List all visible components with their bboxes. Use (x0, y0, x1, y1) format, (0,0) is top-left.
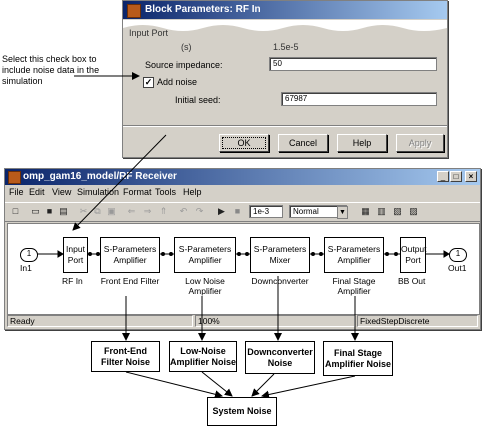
front-end-filter-noise-box: Front-End Filter Noise (91, 341, 160, 372)
system-noise-box: System Noise (207, 397, 277, 426)
annotation-arrows (72, 72, 359, 399)
downconverter-noise-box: Downconverter Noise (245, 341, 315, 374)
final-stage-amplifier-noise-box: Final Stage Amplifier Noise (323, 341, 393, 376)
low-noise-amplifier-noise-box: Low-Noise Amplifier Noise (169, 341, 237, 372)
